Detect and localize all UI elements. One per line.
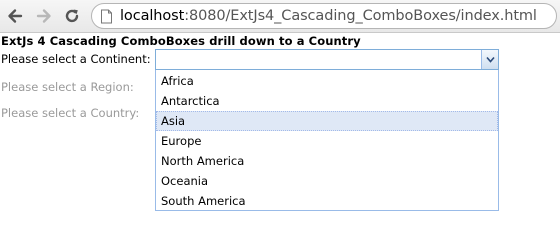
- dropdown-item-south-america[interactable]: South America: [156, 191, 498, 211]
- url-path: :8080/ExtJs4_Cascading_ComboBoxes/index.…: [184, 8, 537, 24]
- page-icon: [98, 8, 114, 24]
- continent-label: Please select a Continent:: [1, 52, 151, 66]
- reload-button[interactable]: [61, 5, 83, 27]
- reload-icon: [65, 9, 79, 23]
- dropdown-item-asia[interactable]: Asia: [156, 111, 498, 131]
- dropdown-item-antarctica[interactable]: Antarctica: [156, 91, 498, 111]
- url-text: localhost:8080/ExtJs4_Cascading_ComboBox…: [120, 8, 537, 24]
- page-title: ExtJs 4 Cascading ComboBoxes drill down …: [1, 34, 361, 48]
- continent-combobox[interactable]: [155, 49, 499, 70]
- arrow-right-icon: [36, 9, 51, 23]
- forward-button[interactable]: [33, 5, 55, 27]
- continent-input[interactable]: [156, 50, 481, 69]
- dropdown-item-africa[interactable]: Africa: [156, 71, 498, 91]
- back-button[interactable]: [4, 5, 26, 27]
- chevron-down-icon: [485, 56, 495, 63]
- region-label: Please select a Region:: [1, 80, 134, 94]
- address-bar[interactable]: localhost:8080/ExtJs4_Cascading_ComboBox…: [91, 3, 557, 29]
- dropdown-item-north-america[interactable]: North America: [156, 151, 498, 171]
- arrow-left-icon: [8, 9, 23, 23]
- dropdown-item-oceania[interactable]: Oceania: [156, 171, 498, 191]
- country-label: Please select a Country:: [1, 106, 140, 120]
- continent-dropdown-list: Africa Antarctica Asia Europe North Amer…: [155, 70, 499, 211]
- url-host: localhost: [120, 8, 185, 24]
- dropdown-item-europe[interactable]: Europe: [156, 131, 498, 151]
- browser-toolbar: localhost:8080/ExtJs4_Cascading_ComboBox…: [0, 0, 560, 33]
- combo-trigger-button[interactable]: [481, 50, 498, 69]
